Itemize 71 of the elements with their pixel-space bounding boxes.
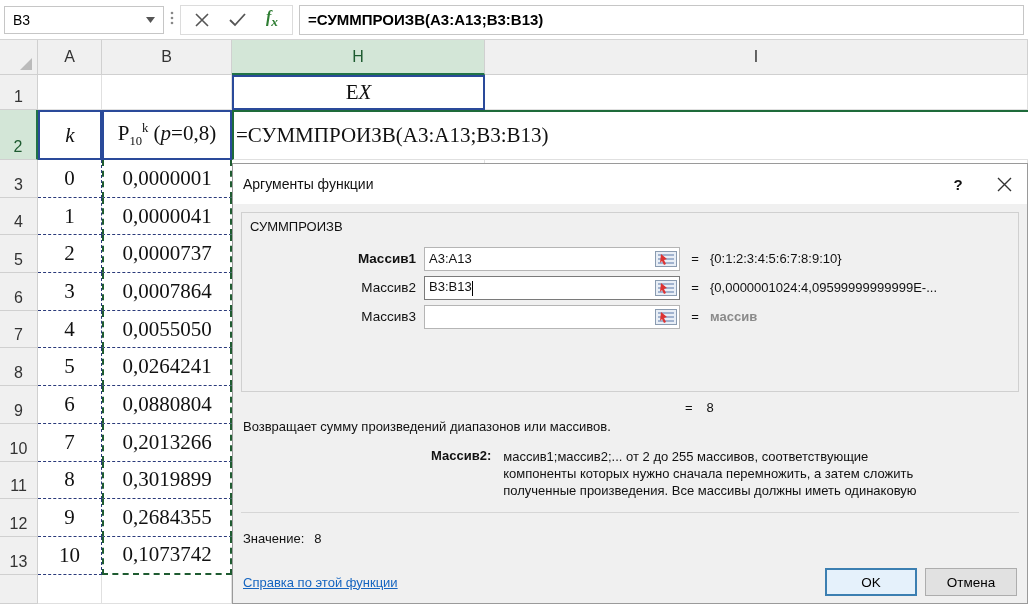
dialog-button[interactable]: Отмена <box>925 568 1017 596</box>
dialog-button[interactable]: OK <box>825 568 917 596</box>
table-cell: EX <box>232 75 485 110</box>
row-header[interactable]: 13 <box>0 536 38 575</box>
input-field[interactable] <box>424 304 680 329</box>
dropdown-caret-icon <box>146 16 155 23</box>
row-header[interactable]: 1 <box>0 75 38 110</box>
argument-label: Массив2 <box>361 280 416 295</box>
argument-help-label: Массив2: <box>431 448 492 465</box>
formula-field[interactable]: =СУММПРОИЗВ(A3:A13;B3:B13) <box>299 4 1024 35</box>
table-cell: 8 <box>38 461 102 500</box>
equals-sign: = <box>691 280 699 295</box>
dialog-title: Аргументы функции <box>243 176 375 192</box>
row-header[interactable]: 8 <box>0 348 38 387</box>
table-cell: 0 <box>38 160 102 198</box>
row-header[interactable]: 10 <box>0 423 38 462</box>
close-icon[interactable] <box>996 176 1012 192</box>
argument-result: {0:1:2:3:4:5:6:7:8:9:10} <box>710 251 842 266</box>
table-cell: 3 <box>38 273 102 311</box>
name-box[interactable]: B3 <box>4 5 164 34</box>
table-cell: 6 <box>38 386 102 424</box>
insert-function-button[interactable]: f$_{x}$ <box>266 8 278 31</box>
formula-result: 8 <box>706 400 714 415</box>
table-cell: 1 <box>38 197 102 236</box>
row-header[interactable]: 2 <box>0 110 38 160</box>
argument-result: {0,0000001024:4,09599999999999E-... <box>710 280 937 295</box>
triangle-icon <box>20 58 32 70</box>
table-cell: 10 <box>38 536 102 575</box>
table-cell: 4 <box>38 310 102 349</box>
input-field[interactable]: B3:B13 <box>424 275 680 300</box>
checkmark-icon[interactable] <box>229 12 246 27</box>
table-cell: 7 <box>38 423 102 462</box>
input-field[interactable]: A3:A13 <box>424 246 680 271</box>
table-cell: 2 <box>38 235 102 274</box>
cancel-icon[interactable] <box>195 12 209 27</box>
table-cell <box>38 75 102 110</box>
equals-sign: = <box>691 251 699 266</box>
help-link[interactable]: Справка по этой функции <box>243 574 817 590</box>
row-header[interactable]: 6 <box>0 273 38 311</box>
row-header[interactable]: 12 <box>0 499 38 537</box>
equals-sign: = <box>685 400 693 415</box>
column-header[interactable]: I <box>485 40 1028 75</box>
value-result: 8 <box>314 531 322 546</box>
table-cell: k <box>38 110 102 160</box>
row-header[interactable]: 3 <box>0 160 38 198</box>
table-cell <box>38 574 102 604</box>
argument-label: Массив1 <box>357 251 416 266</box>
row-header[interactable]: 11 <box>0 461 38 500</box>
column-header[interactable]: B <box>102 40 232 75</box>
function-description: Возвращает сумму произведений диапазонов или массивов. <box>243 419 611 434</box>
table-cell: 9 <box>38 499 102 537</box>
range-select-icon[interactable] <box>655 279 677 296</box>
range-select-icon[interactable] <box>655 250 677 267</box>
row-header[interactable]: 7 <box>0 310 38 349</box>
table-cell: P$_{10}$$^{k}$ (p=0,8) <box>102 110 232 160</box>
range-select-icon[interactable] <box>655 308 677 325</box>
row-header[interactable]: 4 <box>0 197 38 236</box>
argument-help-text: массив1;массив2;... от 2 до 255 массивов, соответствующие компоненты которых нужно сначала перемножить, а затем сложить полученные произведения. Все массивы должны иметь одинаковую <box>503 448 918 500</box>
column-header[interactable]: A <box>38 40 102 75</box>
argument-result: массив <box>710 309 758 324</box>
table-cell: 5 <box>38 348 102 387</box>
table-cell: =СУММПРОИЗВ(A3:A13;B3:B13) <box>232 110 1028 160</box>
argument-label: Массив3 <box>361 309 416 324</box>
row-header[interactable]: 9 <box>0 386 38 424</box>
dots-icon[interactable] <box>170 10 174 25</box>
equals-sign: = <box>691 309 699 324</box>
value-label: Значение: <box>243 531 305 546</box>
row-header[interactable]: 5 <box>0 235 38 274</box>
help-button[interactable]: ? <box>935 175 981 193</box>
function-name: СУММПРОИЗВ <box>250 219 343 234</box>
column-header[interactable]: H <box>232 40 485 75</box>
